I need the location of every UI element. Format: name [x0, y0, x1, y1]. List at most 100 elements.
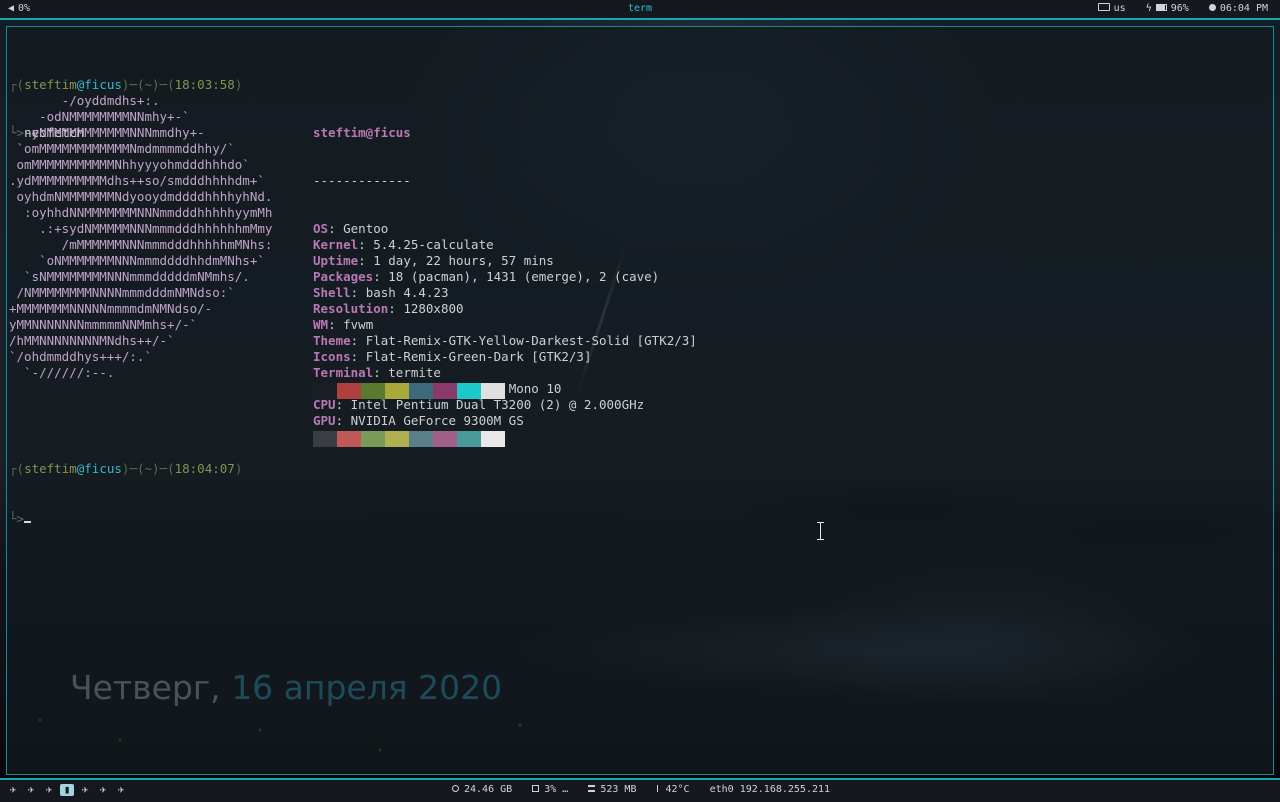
clock-icon — [1208, 3, 1216, 11]
color-swatch — [361, 383, 385, 399]
info-value: fvwm — [343, 317, 374, 332]
disk-widget[interactable]: 24.46 GB — [452, 780, 512, 800]
desktop-date: Четверг, 16 апреля 2020 — [70, 668, 502, 708]
battery-widget[interactable]: ϟ 96% — [1146, 0, 1189, 18]
cpu-temperature: 42°C — [665, 784, 690, 795]
color-palette — [313, 351, 505, 479]
neofetch-logo: -/oyddmdhs+:. -odNMMMMMMMMNNmhy+-` -yNMM… — [9, 93, 309, 381]
prompt-block-2: ┌(steftim@ficus)─(~)─(18:04:07) └> — [9, 429, 242, 557]
color-swatch — [457, 431, 481, 447]
info-row: Theme: Flat-Remix-GTK-Yellow-Darkest-Sol… — [313, 333, 697, 348]
logo-line: /NMMMMMMMMNNNNmmmdddmNMNdso:` — [9, 285, 235, 300]
info-value: Flat-Remix-GTK-Yellow-Darkest-Solid [GTK… — [365, 333, 697, 348]
disk-free: 24.46 GB — [464, 784, 513, 795]
color-swatch — [481, 431, 505, 447]
text-cursor — [24, 509, 32, 523]
app-icon[interactable]: ✈ — [96, 784, 110, 796]
logo-line: omMMMMMMMMMMMNhhyyyohmdddhhhdo` — [9, 157, 250, 172]
info-row: Shell: bash 4.4.23 — [313, 285, 449, 300]
date-weekday: Четверг, — [70, 668, 221, 707]
color-swatch — [313, 383, 337, 399]
prompt-line: ┌(steftim@ficus)─(~)─(18:04:07) — [9, 461, 243, 476]
color-swatch — [361, 431, 385, 447]
battery-level: 96% — [1170, 3, 1189, 14]
disk-icon — [452, 784, 459, 792]
logo-line: /mMMMMMMNNNmmmdddhhhhhmMNhs: — [9, 237, 273, 252]
cpu-icon — [532, 784, 540, 792]
battery-icon — [1155, 3, 1167, 11]
memory-widget[interactable]: 523 MB — [588, 780, 636, 800]
info-key: Theme — [313, 333, 351, 348]
color-swatch — [433, 383, 457, 399]
info-value: bash 4.4.23 — [365, 285, 449, 300]
color-swatch — [409, 431, 433, 447]
color-swatch — [409, 383, 433, 399]
network-widget[interactable]: eth0 192.168.255.211 — [710, 780, 830, 800]
system-monitor: 24.46 GB 3% … 523 MB 42°C eth0 192.168.2… — [452, 780, 844, 800]
info-value: 18 (pacman), 1431 (emerge), 2 (cave) — [388, 269, 660, 284]
prompt-time: 18:03:58 — [174, 77, 235, 92]
info-value: 1 day, 22 hours, 57 mins — [373, 253, 554, 268]
info-value: 1280x800 — [403, 301, 464, 316]
temperature-widget[interactable]: 42°C — [656, 780, 690, 800]
info-value: 5.4.25-calculate — [373, 237, 494, 252]
color-swatch — [457, 383, 481, 399]
memory-used: 523 MB — [600, 784, 637, 795]
terminal-window[interactable]: ┌(steftim@ficus)─(~)─(18:03:58) └>neofet… — [6, 26, 1274, 775]
input-line[interactable]: └> — [9, 509, 242, 526]
info-row: Uptime: 1 day, 22 hours, 57 mins — [313, 253, 554, 268]
speaker-icon: ◀ — [8, 3, 15, 14]
status-area: us ϟ 96% 06:04 PM — [1084, 0, 1268, 18]
logo-line: `omMMMMMMMMMMMMNmdmmmmddhhy/` — [9, 141, 235, 156]
clock-time: 06:04 PM — [1219, 3, 1268, 14]
info-key: OS — [313, 221, 329, 236]
prompt-path: ~ — [144, 461, 153, 476]
volume-level: 0% — [18, 3, 31, 14]
terminal-icon[interactable]: ▮ — [60, 784, 74, 796]
clock-widget[interactable]: 06:04 PM — [1208, 0, 1268, 18]
app-icon[interactable]: ✈ — [42, 784, 56, 796]
app-icon[interactable]: ✈ — [24, 784, 38, 796]
info-key: Resolution — [313, 301, 389, 316]
keyboard-icon — [1097, 3, 1110, 11]
info-separator: ------------- — [313, 173, 411, 188]
palette-row-normal — [313, 383, 505, 399]
keyboard-layout-widget[interactable]: us — [1097, 0, 1126, 18]
info-key: Shell — [313, 285, 351, 300]
logo-line: -yNMMMMMMMMMMMNNNmmdhy+- — [9, 125, 205, 140]
prompt-time: 18:04:07 — [174, 461, 235, 476]
mouse-ibeam-cursor — [817, 522, 824, 540]
logo-line: .:+sydNMMMMMNNNmmmdddhhhhhhmMmy — [9, 221, 273, 236]
app-icon[interactable]: ✈ — [6, 784, 20, 796]
info-value: Gentoo — [343, 221, 389, 236]
logo-line: +MMMMMMMNNNNNmmmmdmNMNdso/- — [9, 301, 213, 316]
info-row: OS: Gentoo — [313, 221, 389, 236]
color-swatch — [313, 431, 337, 447]
cpu-widget[interactable]: 3% … — [532, 780, 568, 800]
prompt-user: steftim — [24, 461, 77, 476]
logo-line: .ydMMMMMMMMMMdhs++so/smdddhhhhdm+` — [9, 173, 265, 188]
logo-line: -odNMMMMMMMMNNmhy+-` — [9, 109, 190, 124]
logo-line: :oyhhdNNMMMMMMMNNNmmdddhhhhhyymMh — [9, 205, 273, 220]
info-key: Kernel — [313, 237, 359, 252]
prompt-user: steftim — [24, 77, 77, 92]
thermometer-icon — [656, 784, 661, 792]
prompt-host: ficus — [84, 77, 122, 92]
color-swatch — [481, 383, 505, 399]
logo-line: `oNMMMMMMMNNNmmmddddhhdmMNhs+` — [9, 253, 265, 268]
cpu-usage: 3% — [544, 784, 557, 795]
color-swatch — [385, 431, 409, 447]
info-row: Packages: 18 (pacman), 1431 (emerge), 2 … — [313, 269, 660, 284]
app-icon[interactable]: ✈ — [78, 784, 92, 796]
terminal-content[interactable]: ┌(steftim@ficus)─(~)─(18:03:58) └>neofet… — [9, 45, 1269, 526]
info-title: steftim@ficus — [313, 125, 411, 140]
info-key: Uptime — [313, 253, 359, 268]
logo-line: `/ohdmmddhys+++/:.` — [9, 349, 152, 364]
date-day: 16 апреля 2020 — [231, 668, 503, 707]
logo-line: oyhdmNMMMMMMMNdyooydmddddhhhhyhNd. — [9, 189, 273, 204]
volume-widget[interactable]: ◀ 0% — [8, 0, 30, 18]
app-icon[interactable]: ✈ — [114, 784, 128, 796]
charging-icon: ϟ — [1145, 3, 1152, 14]
taskbar: ✈ ✈ ✈ ▮ ✈ ✈ ✈ — [4, 780, 130, 800]
color-swatch — [433, 431, 457, 447]
